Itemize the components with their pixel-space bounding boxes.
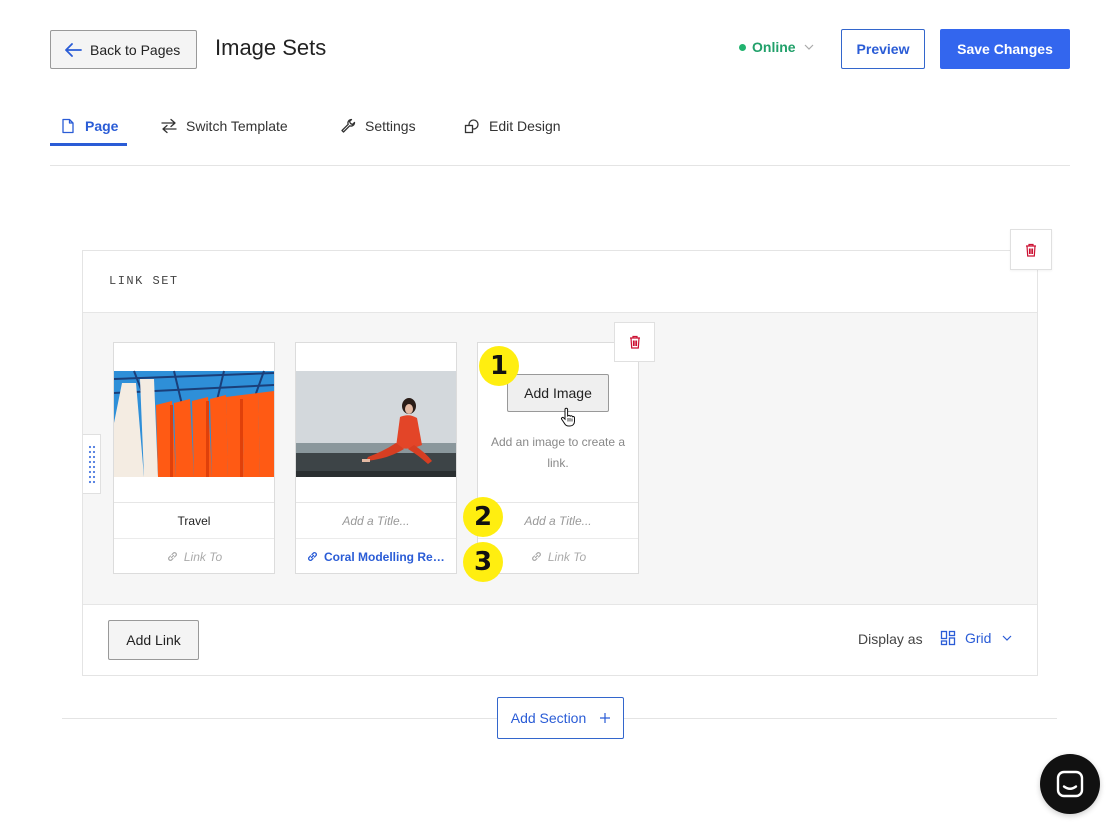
delete-section-button[interactable]	[1010, 229, 1052, 270]
plus-icon	[600, 713, 611, 723]
tab-switch-template-label: Switch Template	[186, 118, 288, 134]
arrow-left-icon	[65, 42, 82, 57]
drag-dots-icon	[88, 445, 95, 484]
card-link-label: Coral Modelling Red...	[324, 549, 446, 564]
status-label: Online	[752, 39, 796, 55]
card-title-placeholder[interactable]: Add a Title...	[296, 504, 456, 539]
orange-fabric-photo	[114, 343, 274, 502]
drag-handle[interactable]	[83, 434, 101, 494]
tab-settings[interactable]: Settings	[340, 106, 416, 146]
add-image-button[interactable]: Add Image	[507, 374, 609, 412]
hand-cursor-icon	[561, 407, 575, 427]
grid-layout-icon	[940, 630, 956, 646]
card-link-to[interactable]: Link To	[114, 540, 274, 573]
link-icon	[308, 552, 317, 561]
status-dropdown[interactable]: Online	[739, 39, 814, 55]
design-icon	[464, 119, 479, 134]
tab-edit-design[interactable]: Edit Design	[464, 106, 561, 146]
tab-bar: Page Switch Template Settings Edit Desig…	[50, 106, 1070, 166]
section-title: LINK SET	[109, 274, 179, 288]
tab-page[interactable]: Page	[60, 106, 118, 146]
woman-red-dress-photo	[296, 343, 456, 502]
chat-icon	[1056, 770, 1084, 798]
back-to-pages-label: Back to Pages	[90, 41, 181, 58]
display-as-dropdown[interactable]: Grid	[940, 630, 1012, 646]
page-title: Image Sets	[215, 35, 327, 60]
chat-launcher-button[interactable]	[1040, 754, 1100, 814]
tab-page-label: Page	[85, 118, 119, 134]
add-section-button[interactable]: Add Section	[497, 697, 624, 739]
wrench-icon	[341, 118, 356, 133]
annotation-badge-2: 2	[463, 497, 503, 537]
trash-icon	[1026, 243, 1036, 257]
chevron-down-icon	[1003, 635, 1012, 641]
switch-arrows-icon	[161, 118, 177, 134]
link-icon	[531, 552, 541, 561]
trash-icon	[629, 335, 640, 349]
preview-button[interactable]: Preview	[841, 29, 925, 69]
annotation-badge-1: 1	[479, 346, 519, 386]
display-as-value: Grid	[965, 630, 992, 646]
back-to-pages-button[interactable]: Back to Pages	[50, 30, 197, 69]
delete-card-button[interactable]	[614, 322, 655, 362]
tab-switch-template[interactable]: Switch Template	[161, 106, 288, 146]
link-card-travel[interactable]: Travel Link To	[113, 342, 275, 574]
card-image-woman[interactable]	[296, 343, 456, 503]
card-link-label: Link To	[183, 549, 223, 564]
card-title[interactable]: Travel	[114, 504, 274, 539]
active-tab-indicator	[50, 143, 127, 146]
annotation-badge-3: 3	[463, 542, 503, 582]
add-image-hint: Add an image to create a link.	[490, 435, 626, 470]
chevron-down-icon	[804, 44, 813, 50]
display-as-label: Display as	[858, 631, 923, 647]
add-link-button[interactable]: Add Link	[108, 620, 199, 660]
add-section-label: Add Section	[510, 710, 587, 726]
online-dot-icon	[739, 43, 746, 51]
page-icon	[62, 118, 74, 134]
card-link[interactable]: Coral Modelling Red...	[296, 540, 456, 573]
card-image-orange-fabric[interactable]	[114, 343, 274, 503]
save-changes-button[interactable]: Save Changes	[940, 29, 1070, 69]
link-icon	[167, 552, 177, 561]
tab-settings-label: Settings	[365, 118, 416, 134]
link-card-coral[interactable]: Add a Title... Coral Modelling Red...	[295, 342, 457, 574]
tab-edit-design-label: Edit Design	[489, 118, 561, 134]
card-link-label: Link To	[547, 549, 587, 564]
